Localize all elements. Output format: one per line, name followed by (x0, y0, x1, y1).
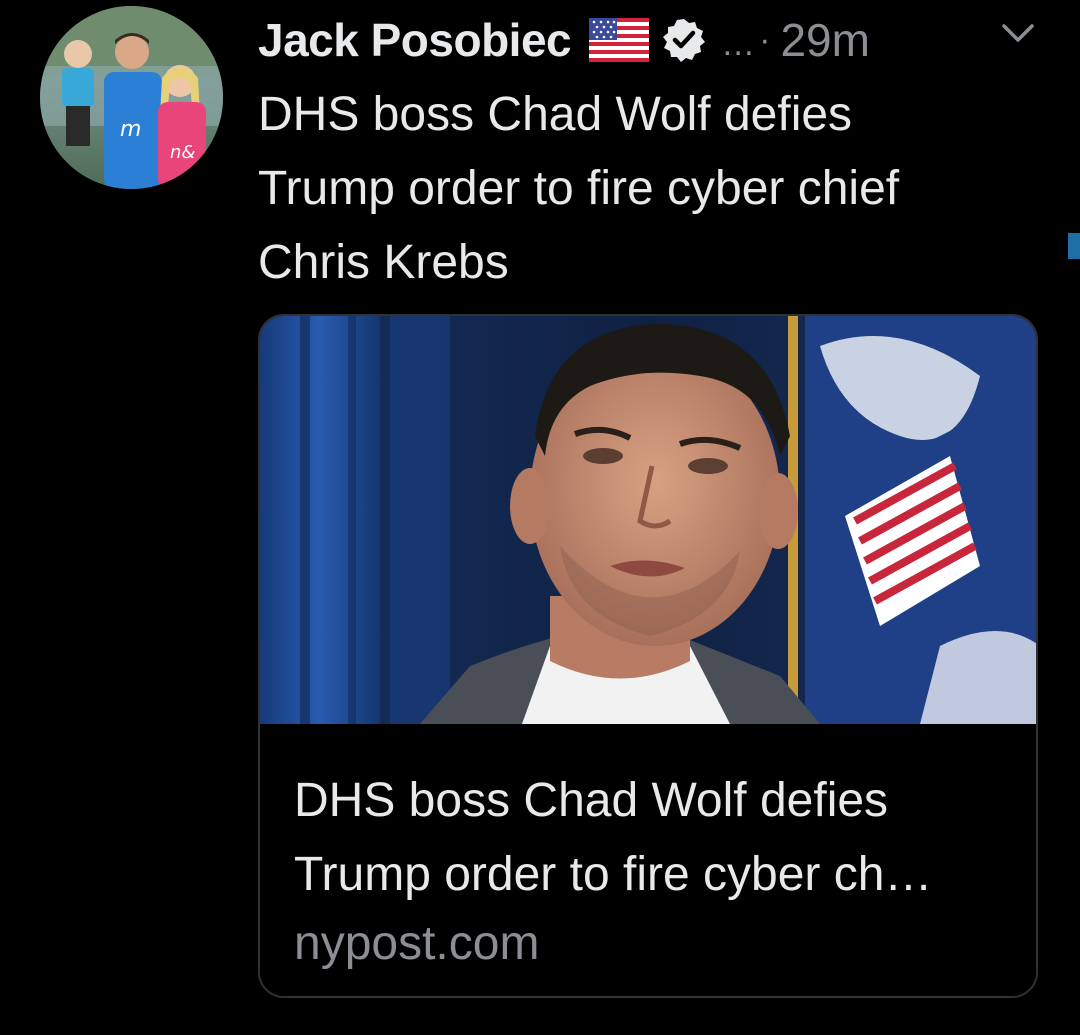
article-photo[interactable] (260, 316, 1036, 724)
link-preview-card[interactable]: DHS boss Chad Wolf defies Trump order to … (258, 314, 1038, 998)
tweet-timestamp[interactable]: 29m (780, 13, 869, 67)
tweet[interactable]: m n& Jack Posobiec … · 29m DHS boss Chad… (0, 0, 1080, 1035)
svg-text:n&: n& (170, 142, 195, 163)
link-card-title-line: DHS boss Chad Wolf defies (294, 774, 889, 827)
avatar-image: m n& (40, 6, 223, 189)
link-card-body[interactable]: DHS boss Chad Wolf defies Trump order to … (260, 724, 1036, 996)
svg-text:m: m (120, 117, 141, 142)
author-display-name[interactable]: Jack Posobiec (258, 13, 572, 67)
truncation-ellipsis: … (721, 24, 756, 63)
profile-avatar[interactable]: m n& (40, 6, 223, 189)
scroll-indicator (1068, 233, 1080, 259)
us-flag-icon (589, 18, 650, 62)
tweet-text-line: DHS boss Chad Wolf defies (258, 88, 853, 141)
verified-badge-icon (661, 17, 707, 63)
link-card-title: DHS boss Chad Wolf defies Trump order to … (294, 764, 1014, 912)
tweet-text: DHS boss Chad Wolf defies Trump order to … (258, 78, 1048, 300)
tweet-text-line: Chris Krebs (258, 236, 509, 289)
tweet-header: Jack Posobiec … · 29m (258, 8, 870, 72)
chevron-down-icon[interactable] (1000, 22, 1036, 46)
link-card-title-line: Trump order to fire cyber ch… (294, 848, 933, 901)
tweet-text-line: Trump order to fire cyber chief (258, 162, 900, 215)
link-card-domain: nypost.com (294, 917, 540, 970)
separator-dot: · (759, 20, 771, 59)
